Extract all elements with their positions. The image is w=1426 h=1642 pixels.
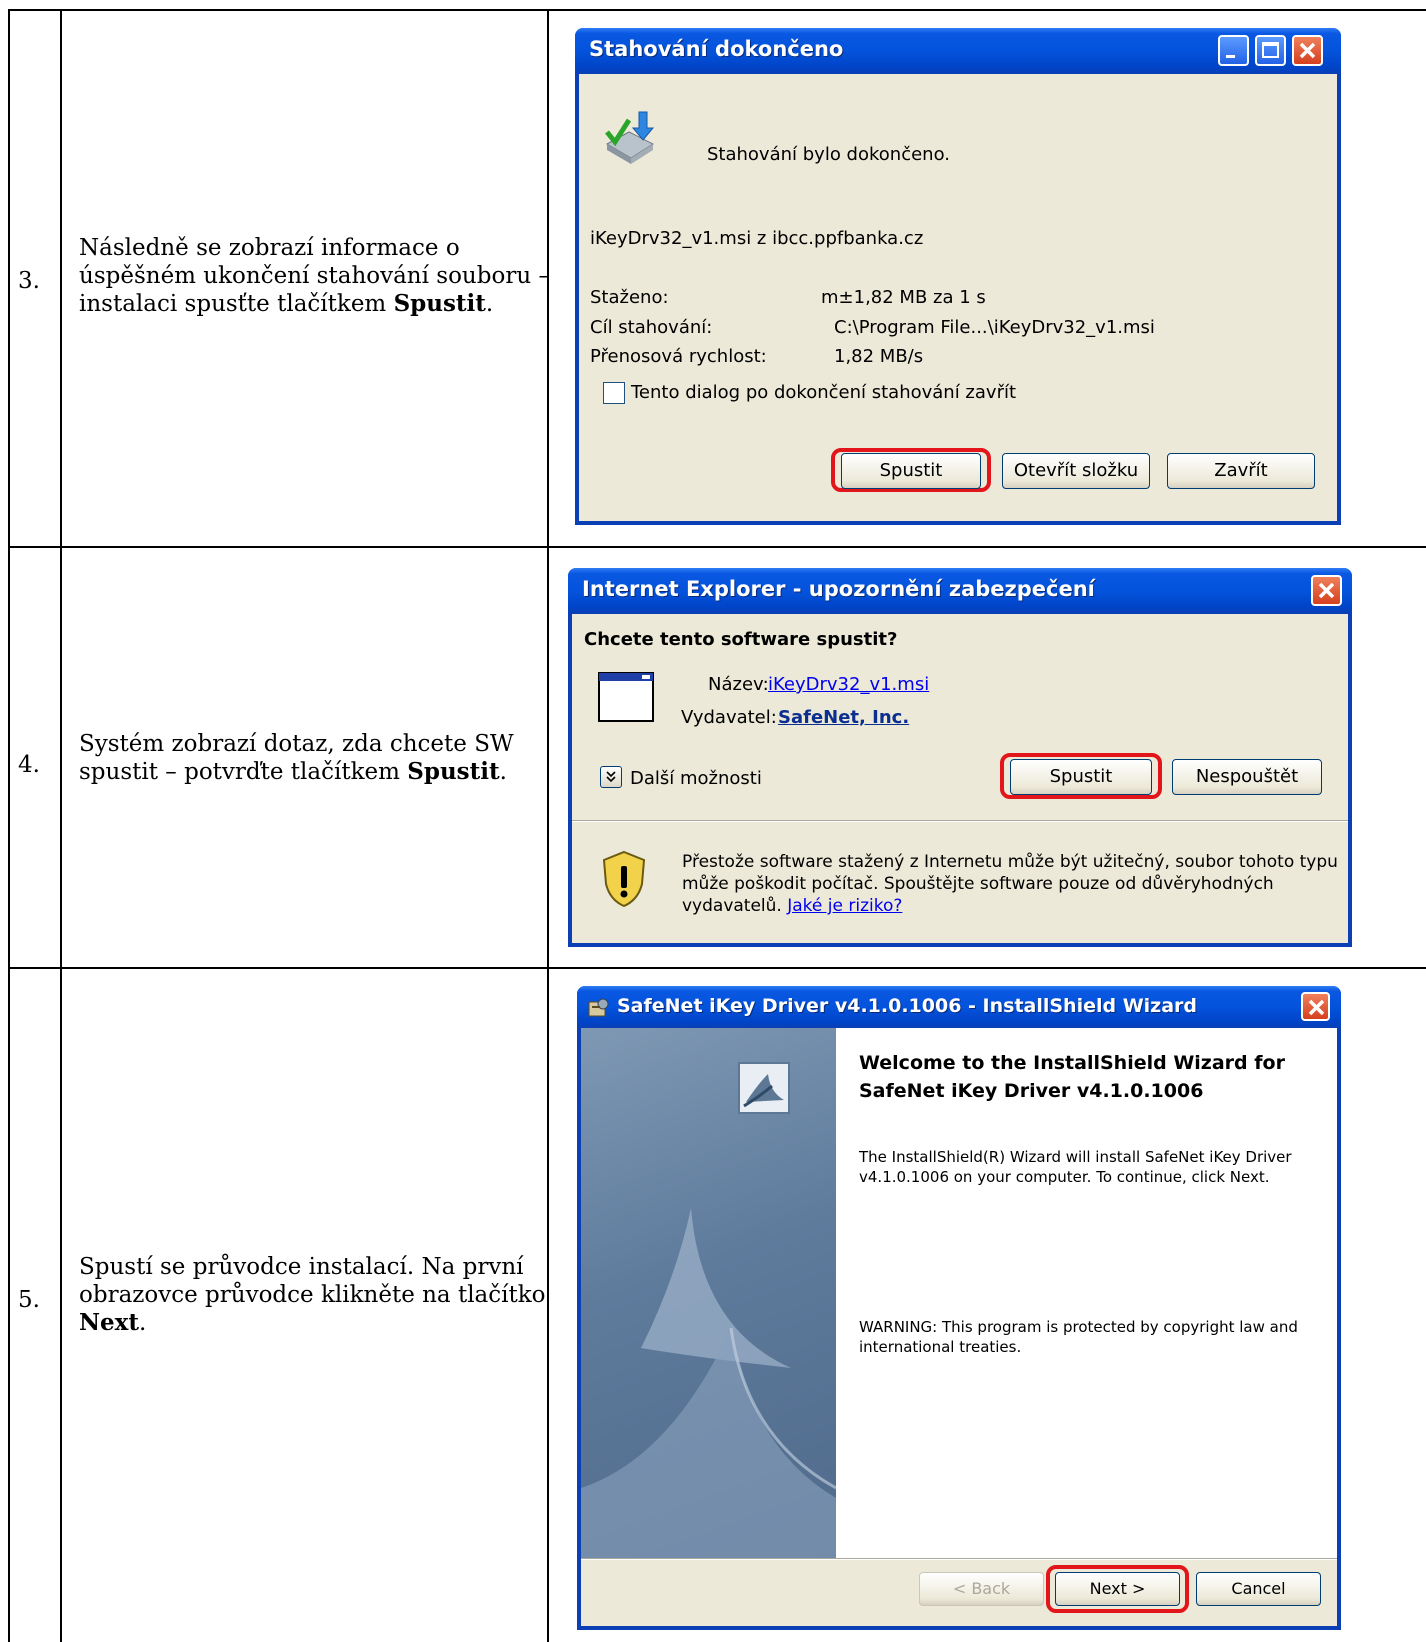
download-message: Stahování bylo dokončeno. xyxy=(707,144,950,165)
wizard-heading-line-2: SafeNet iKey Driver v4.1.0.1006 xyxy=(859,1080,1204,1102)
dialog-titlebar: SafeNet iKey Driver v4.1.0.1006 - Instal… xyxy=(577,986,1341,1028)
minimize-button[interactable] xyxy=(1218,35,1249,66)
warning-text: vydavatelů. xyxy=(682,896,788,916)
wizard-content: Welcome to the InstallShield Wizard for … xyxy=(836,1028,1337,1558)
run-button[interactable]: Spustit xyxy=(1010,759,1152,795)
description-text: . xyxy=(139,1310,147,1336)
file-name-link[interactable]: iKeyDrv32_v1.msi xyxy=(768,674,929,695)
description-bold: Spustit xyxy=(407,758,500,785)
installshield-wizard-dialog: SafeNet iKey Driver v4.1.0.1006 - Instal… xyxy=(577,986,1341,1630)
warning-line-1: Přestože software stažený z Internetu mů… xyxy=(682,852,1338,872)
wizard-heading-line-1: Welcome to the InstallShield Wizard for xyxy=(859,1052,1285,1074)
name-label: Název: xyxy=(708,674,769,695)
close-on-complete-checkbox[interactable] xyxy=(603,382,625,404)
close-dialog-button[interactable]: Zavřít xyxy=(1167,453,1315,489)
close-button[interactable] xyxy=(1311,575,1342,606)
warning-line-2: může poškodit počítač. Spouštějte softwa… xyxy=(682,874,1274,894)
description-bold: Next xyxy=(79,1309,139,1336)
field-value-speed: 1,82 MB/s xyxy=(834,346,924,367)
table-column-divider xyxy=(60,9,62,1642)
dialog-titlebar: Internet Explorer - upozornění zabezpeče… xyxy=(568,568,1352,614)
more-options-label[interactable]: Další možnosti xyxy=(630,768,762,789)
publisher-link[interactable]: SafeNet, Inc. xyxy=(778,707,909,728)
program-window-icon xyxy=(598,672,654,722)
field-label-destination: Cíl stahování: xyxy=(590,317,713,338)
security-warning-dialog: Internet Explorer - upozornění zabezpeče… xyxy=(568,568,1352,947)
banner-graphic xyxy=(581,1208,836,1558)
risk-link[interactable]: Jaké je riziko? xyxy=(787,896,902,916)
step-number: 3. xyxy=(18,268,40,294)
installer-icon xyxy=(588,998,609,1017)
open-folder-button[interactable]: Otevřít složku xyxy=(1002,453,1150,489)
cancel-button[interactable]: Cancel xyxy=(1196,1572,1321,1606)
dialog-titlebar: Stahování dokončeno xyxy=(575,28,1341,74)
field-label-speed: Přenosová rychlost: xyxy=(590,346,767,367)
step-description: Spustí se průvodce instalací. Na první o… xyxy=(79,1253,559,1337)
wizard-body-line-1: The InstallShield(R) Wizard will install… xyxy=(859,1148,1292,1166)
wizard-warning-line-2: international treaties. xyxy=(859,1338,1022,1356)
security-question: Chcete tento software spustit? xyxy=(584,629,898,650)
close-button[interactable] xyxy=(1301,992,1330,1021)
field-value-destination: C:\Program File...\iKeyDrv32_v1.msi xyxy=(834,317,1155,338)
maximize-icon xyxy=(1262,42,1279,58)
separator xyxy=(572,820,1348,822)
table-border-top xyxy=(8,9,1426,11)
run-button[interactable]: Spustit xyxy=(841,453,981,489)
next-button[interactable]: Next > xyxy=(1055,1572,1180,1606)
checkbox-label: Tento dialog po dokončení stahování zavř… xyxy=(631,382,1017,403)
description-bold: Spustit xyxy=(393,290,486,317)
close-icon xyxy=(1299,42,1316,59)
close-button[interactable] xyxy=(1292,35,1323,66)
maximize-button[interactable] xyxy=(1255,35,1286,66)
dont-run-button[interactable]: Nespouštět xyxy=(1172,759,1322,795)
dialog-title: Stahování dokončeno xyxy=(589,37,844,61)
wizard-banner xyxy=(581,1028,836,1558)
publisher-label: Vydavatel: xyxy=(681,707,777,728)
download-complete-icon xyxy=(605,111,655,164)
shield-warning-icon xyxy=(602,850,646,908)
back-button[interactable]: < Back xyxy=(919,1572,1044,1606)
minimize-icon xyxy=(1226,55,1235,58)
close-icon xyxy=(1318,582,1335,599)
warning-line-3: vydavatelů. Jaké je riziko? xyxy=(682,896,902,916)
description-text: . xyxy=(485,291,494,317)
download-complete-dialog: Stahování dokončeno Stahování bylo dokon… xyxy=(575,28,1341,525)
field-label-downloaded: Staženo: xyxy=(590,287,669,308)
close-icon xyxy=(1308,999,1325,1016)
dialog-title: Internet Explorer - upozornění zabezpeče… xyxy=(582,577,1095,601)
more-options-toggle[interactable] xyxy=(600,766,622,788)
step-description: Systém zobrazí dotaz, zda chcete SW spus… xyxy=(79,730,559,786)
field-value-downloaded: m±1,82 MB za 1 s xyxy=(821,287,986,308)
installshield-logo-icon xyxy=(738,1062,790,1114)
step-description: Následně se zobrazí informace o úspěšném… xyxy=(79,234,559,318)
separator xyxy=(581,1558,1337,1560)
table-border-left xyxy=(8,9,10,1642)
table-row-divider xyxy=(8,546,1426,548)
description-text: Spustí se průvodce instalací. Na první o… xyxy=(79,1254,546,1308)
wizard-warning-line-1: WARNING: This program is protected by co… xyxy=(859,1318,1298,1336)
step-number: 5. xyxy=(18,1287,40,1313)
step-number: 4. xyxy=(18,752,40,778)
wizard-body-line-2: v4.1.0.1006 on your computer. To continu… xyxy=(859,1168,1270,1186)
download-file-line: iKeyDrv32_v1.msi z ibcc.ppfbanka.cz xyxy=(590,228,924,249)
dialog-title: SafeNet iKey Driver v4.1.0.1006 - Instal… xyxy=(617,995,1198,1017)
chevron-down-icon xyxy=(606,771,616,783)
description-text: . xyxy=(499,759,507,785)
table-row-divider xyxy=(8,967,1426,969)
